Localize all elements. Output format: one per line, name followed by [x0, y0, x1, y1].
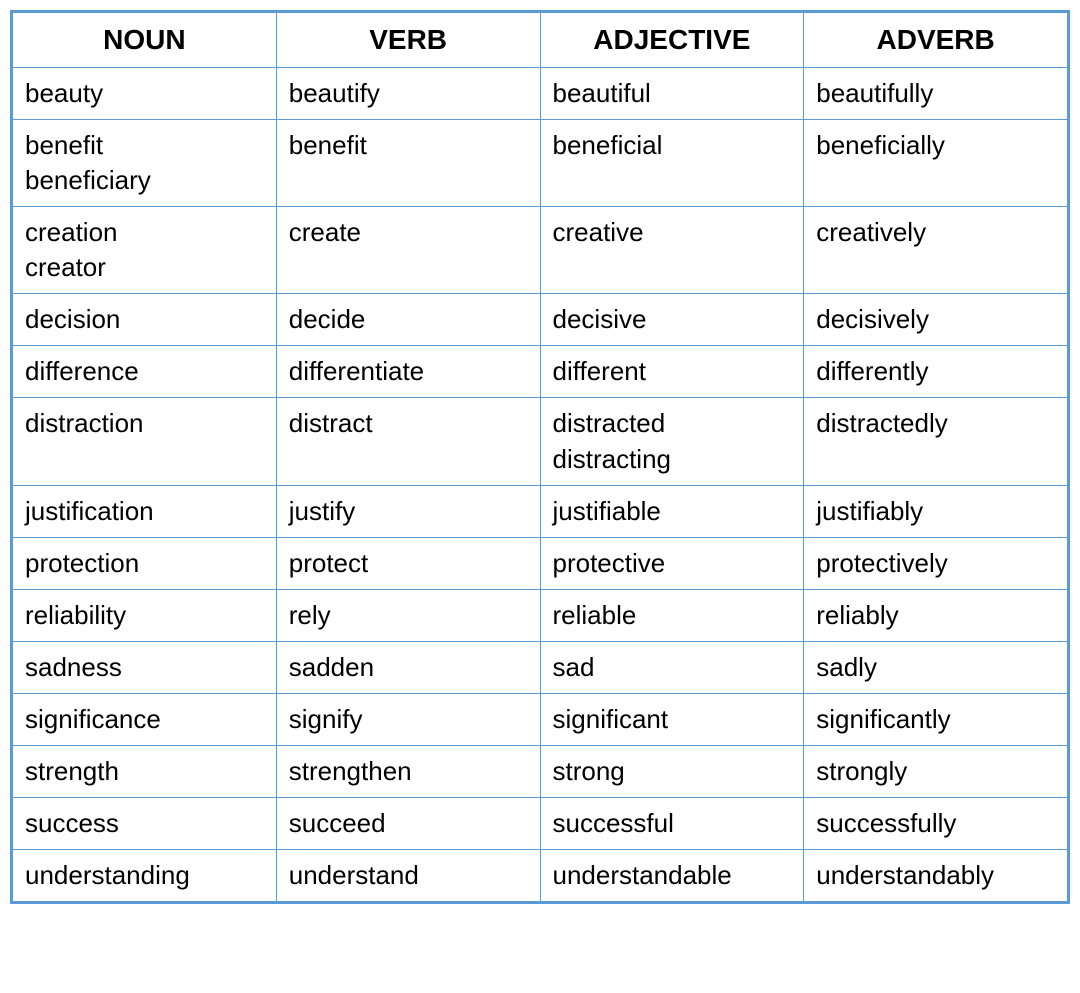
cell-adjective-8: reliable — [540, 589, 804, 641]
cell-adjective-4: different — [540, 346, 804, 398]
cell-verb-11: strengthen — [276, 746, 540, 798]
cell-adverb-9: sadly — [804, 641, 1068, 693]
header-noun: NOUN — [13, 13, 277, 68]
table-row: creationcreatorcreatecreativecreatively — [13, 207, 1068, 294]
cell-noun-11: strength — [13, 746, 277, 798]
cell-noun-3: decision — [13, 294, 277, 346]
cell-verb-4: differentiate — [276, 346, 540, 398]
cell-adjective-13: understandable — [540, 850, 804, 902]
cell-adverb-5: distractedly — [804, 398, 1068, 485]
cell-verb-2: create — [276, 207, 540, 294]
table-row: understandingunderstandunderstandableund… — [13, 850, 1068, 902]
table-row: justificationjustifyjustifiablejustifiab… — [13, 485, 1068, 537]
cell-noun-6: justification — [13, 485, 277, 537]
table-row: benefitbeneficiarybenefitbeneficialbenef… — [13, 119, 1068, 206]
cell-adverb-2: creatively — [804, 207, 1068, 294]
cell-adjective-11: strong — [540, 746, 804, 798]
cell-noun-9: sadness — [13, 641, 277, 693]
cell-noun-13: understanding — [13, 850, 277, 902]
cell-adjective-6: justifiable — [540, 485, 804, 537]
cell-adjective-12: successful — [540, 798, 804, 850]
table-row: successsucceedsuccessfulsuccessfully — [13, 798, 1068, 850]
table-row: differencedifferentiatedifferentdifferen… — [13, 346, 1068, 398]
cell-adjective-3: decisive — [540, 294, 804, 346]
cell-adverb-13: understandably — [804, 850, 1068, 902]
cell-noun-4: difference — [13, 346, 277, 398]
cell-noun-2: creationcreator — [13, 207, 277, 294]
header-adverb: ADVERB — [804, 13, 1068, 68]
cell-verb-13: understand — [276, 850, 540, 902]
cell-noun-0: beauty — [13, 67, 277, 119]
cell-adjective-2: creative — [540, 207, 804, 294]
cell-noun-8: reliability — [13, 589, 277, 641]
cell-verb-0: beautify — [276, 67, 540, 119]
word-forms-table: NOUN VERB ADJECTIVE ADVERB beautybeautif… — [10, 10, 1070, 904]
cell-adverb-1: beneficially — [804, 119, 1068, 206]
table-row: strengthstrengthenstrongstrongly — [13, 746, 1068, 798]
cell-adverb-0: beautifully — [804, 67, 1068, 119]
cell-verb-7: protect — [276, 537, 540, 589]
cell-adjective-9: sad — [540, 641, 804, 693]
table-row: beautybeautifybeautifulbeautifully — [13, 67, 1068, 119]
cell-noun-10: significance — [13, 694, 277, 746]
cell-adverb-7: protectively — [804, 537, 1068, 589]
cell-noun-7: protection — [13, 537, 277, 589]
table-row: decisiondecidedecisivedecisively — [13, 294, 1068, 346]
table-row: reliabilityrelyreliablereliably — [13, 589, 1068, 641]
cell-verb-5: distract — [276, 398, 540, 485]
table-row: sadnesssaddensadsadly — [13, 641, 1068, 693]
cell-adjective-0: beautiful — [540, 67, 804, 119]
cell-adverb-4: differently — [804, 346, 1068, 398]
cell-adverb-10: significantly — [804, 694, 1068, 746]
cell-verb-10: signify — [276, 694, 540, 746]
cell-adverb-3: decisively — [804, 294, 1068, 346]
cell-noun-12: success — [13, 798, 277, 850]
cell-adverb-11: strongly — [804, 746, 1068, 798]
cell-adjective-7: protective — [540, 537, 804, 589]
cell-adverb-6: justifiably — [804, 485, 1068, 537]
cell-adjective-1: beneficial — [540, 119, 804, 206]
cell-adverb-12: successfully — [804, 798, 1068, 850]
cell-verb-1: benefit — [276, 119, 540, 206]
cell-verb-3: decide — [276, 294, 540, 346]
cell-verb-8: rely — [276, 589, 540, 641]
table-row: distractiondistractdistracteddistracting… — [13, 398, 1068, 485]
cell-noun-1: benefitbeneficiary — [13, 119, 277, 206]
table-row: significancesignifysignificantsignifican… — [13, 694, 1068, 746]
header-adjective: ADJECTIVE — [540, 13, 804, 68]
header-row: NOUN VERB ADJECTIVE ADVERB — [13, 13, 1068, 68]
cell-verb-9: sadden — [276, 641, 540, 693]
cell-verb-6: justify — [276, 485, 540, 537]
cell-adjective-10: significant — [540, 694, 804, 746]
header-verb: VERB — [276, 13, 540, 68]
cell-verb-12: succeed — [276, 798, 540, 850]
cell-adjective-5: distracteddistracting — [540, 398, 804, 485]
cell-noun-5: distraction — [13, 398, 277, 485]
cell-adverb-8: reliably — [804, 589, 1068, 641]
table-row: protectionprotectprotectiveprotectively — [13, 537, 1068, 589]
